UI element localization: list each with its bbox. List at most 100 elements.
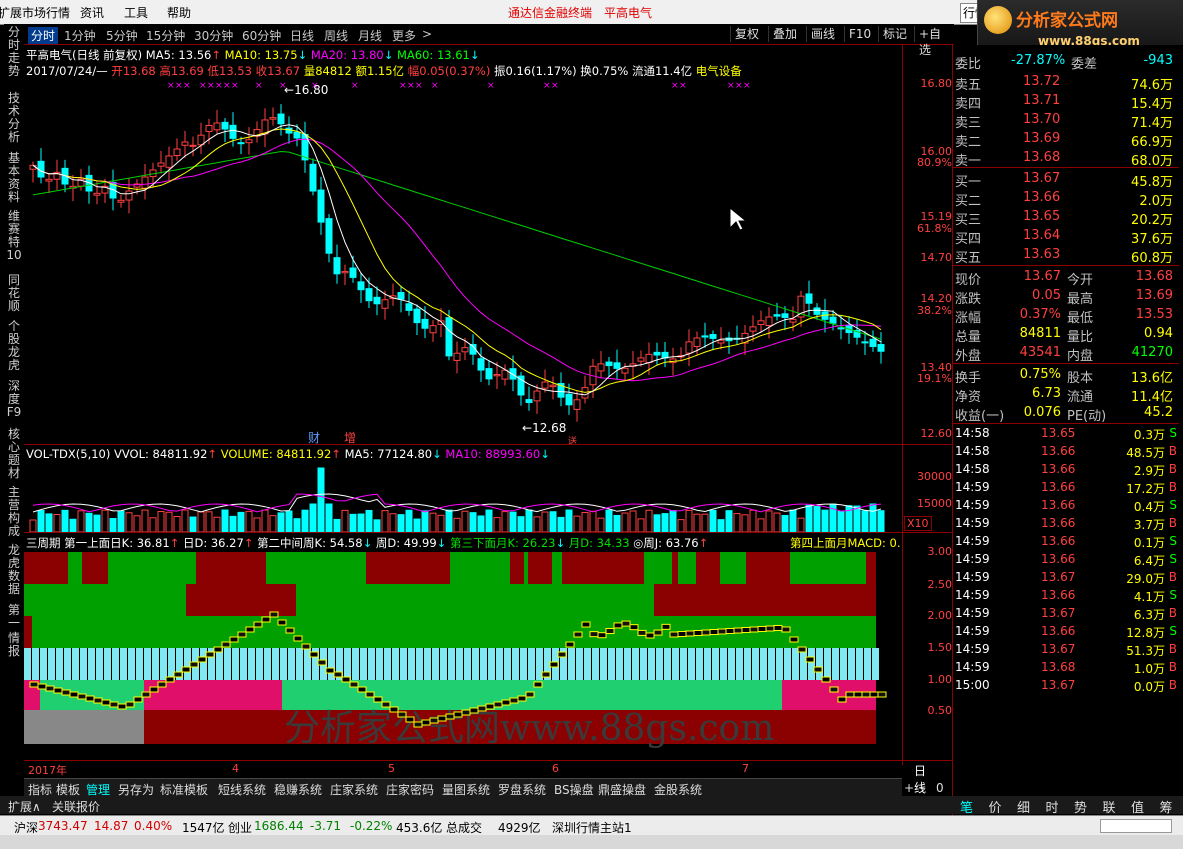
- side-tab-topic[interactable]: 核心题材: [6, 428, 22, 480]
- macd-column: [832, 648, 839, 680]
- quote-tab-0[interactable]: 笔: [960, 797, 973, 816]
- side-tab-longhu-data[interactable]: 龙虎数据: [6, 544, 22, 596]
- ask-row[interactable]: 卖一 13.68 68.0万: [953, 150, 1179, 169]
- kdj-step: [637, 629, 647, 636]
- period-tab-1min[interactable]: 1分钟: [64, 27, 96, 44]
- event-marker-cai[interactable]: 财: [308, 431, 320, 444]
- candle-body: [509, 368, 517, 380]
- kdj-step: [269, 611, 279, 618]
- index1-name[interactable]: 沪深: [14, 819, 38, 836]
- stock-name-label: 平高电气(日线 前复权): [26, 48, 143, 62]
- side-tab-tech[interactable]: 技术分析: [6, 92, 22, 144]
- quote-tab-6[interactable]: 值: [1131, 797, 1144, 816]
- side-tab-intel[interactable]: 情报: [6, 632, 22, 658]
- vol-ma5-value: MA5: 77124.80: [344, 447, 433, 461]
- kdj-step: [365, 691, 375, 698]
- index2-name[interactable]: 创业: [228, 819, 252, 836]
- high-value: 高13.69: [159, 64, 204, 78]
- side-tab-weisaite[interactable]: 维赛特10: [6, 210, 22, 262]
- bid-row[interactable]: 买一 13.67 45.8万: [953, 171, 1179, 190]
- side-tab-basic[interactable]: 基本资料: [6, 152, 22, 204]
- period-tab-60min[interactable]: 60分钟: [242, 27, 281, 44]
- promo-stock[interactable]: 平高电气: [604, 4, 652, 21]
- menu-item-tools[interactable]: 工具: [124, 4, 148, 21]
- side-tab-longhu[interactable]: 个股龙虎: [6, 320, 22, 372]
- macd-column: [624, 648, 631, 680]
- stat-row: 现价 13.67 今开 13.68: [953, 269, 1179, 288]
- period-tab-month[interactable]: 月线: [358, 27, 382, 44]
- kdj-step: [381, 701, 391, 708]
- sector-link[interactable]: 电气设备: [696, 64, 742, 78]
- quote-tab-5[interactable]: 联: [1103, 797, 1116, 816]
- event-marker-song[interactable]: 送: [568, 435, 577, 444]
- candle-body: [485, 368, 493, 380]
- kdj-step: [389, 706, 399, 713]
- zoom-in-button[interactable]: +: [904, 781, 914, 795]
- fuquan-button[interactable]: 复权: [730, 26, 763, 42]
- zoom-out-button[interactable]: -: [920, 781, 924, 795]
- kdj-step: [325, 667, 335, 674]
- overlay-button[interactable]: 叠加: [768, 26, 801, 42]
- volume-bar: [765, 510, 773, 532]
- candle-body: [773, 314, 781, 317]
- expand-button[interactable]: 扩展∧: [8, 798, 41, 815]
- menu-item-market[interactable]: 扩展市场行情: [0, 4, 70, 21]
- volume-bar: [853, 505, 861, 532]
- side-tab-fenshi[interactable]: 分时走势: [6, 26, 22, 78]
- add-favorite-button[interactable]: +自选: [914, 26, 954, 57]
- f10-button[interactable]: F10: [844, 26, 875, 42]
- volume-chart[interactable]: [24, 462, 902, 532]
- quote-bottom-tabs: 笔价细时势联值筹: [952, 796, 1183, 816]
- candle-body: [877, 344, 885, 352]
- period-tab-day[interactable]: 日线: [290, 27, 314, 44]
- menu-item-news[interactable]: 资讯: [80, 4, 104, 21]
- side-tab-f9[interactable]: 深度F9: [6, 380, 22, 419]
- bid-row[interactable]: 买三 13.65 20.2万: [953, 209, 1179, 228]
- chevron-right-icon[interactable]: >: [422, 27, 432, 41]
- period-tab-more[interactable]: 更多: [392, 27, 416, 44]
- zoom-reset-button[interactable]: 0: [936, 781, 944, 795]
- period-tab-fenshi[interactable]: 分时: [28, 27, 59, 44]
- candle-body: [781, 313, 789, 318]
- kdj-step: [405, 716, 415, 723]
- period-tab-30min[interactable]: 30分钟: [194, 27, 233, 44]
- macd-column: [576, 648, 583, 680]
- period-tab-week[interactable]: 周线: [324, 27, 348, 44]
- indicator-chart[interactable]: 分析家公式网www.88gs.com: [24, 552, 902, 748]
- ask-row[interactable]: 卖五 13.72 74.6万: [953, 74, 1179, 93]
- bid-row[interactable]: 买二 13.66 2.0万: [953, 190, 1179, 209]
- tick-time: 14:59: [955, 624, 990, 638]
- bid-volume: 20.2万: [1131, 213, 1173, 228]
- side-tab-tonghuashun[interactable]: 同花顺: [6, 274, 22, 313]
- tick-time: 14:59: [955, 642, 990, 656]
- side-tab-first[interactable]: 第一: [6, 604, 22, 630]
- related-quote-button[interactable]: 关联报价: [52, 798, 100, 815]
- menu-item-help[interactable]: 帮助: [167, 4, 191, 21]
- side-tab-business[interactable]: 主营构成: [6, 486, 22, 538]
- volume-bar: [757, 518, 765, 532]
- quote-tab-3[interactable]: 时: [1046, 797, 1059, 816]
- quote-tab-4[interactable]: 势: [1074, 797, 1087, 816]
- macd-column: [760, 648, 767, 680]
- vol-ma10-value: MA10: 88993.60: [445, 447, 541, 461]
- server-name[interactable]: 深圳行情主站1: [552, 819, 632, 836]
- event-marker-zeng[interactable]: 增: [344, 431, 356, 444]
- quote-tab-2[interactable]: 细: [1017, 797, 1030, 816]
- period-tab-5min[interactable]: 5分钟: [106, 27, 138, 44]
- candle-body: [637, 357, 645, 362]
- ask-row[interactable]: 卖三 13.70 71.4万: [953, 112, 1179, 131]
- bid-row[interactable]: 买四 13.64 37.6万: [953, 228, 1179, 247]
- macd-column: [512, 648, 519, 680]
- candlestick-chart[interactable]: × × × × × × × × × × × × × × × × × × × × × × × × ←16.80 ←12.68 财…: [24, 78, 902, 444]
- vol-ma5-line: [32, 493, 882, 513]
- draw-line-button[interactable]: 画线: [806, 26, 839, 42]
- quote-tab-7[interactable]: 筹: [1160, 797, 1173, 816]
- ask-row[interactable]: 卖二 13.69 66.9万: [953, 131, 1179, 150]
- kdj-step: [781, 626, 791, 633]
- quote-tab-1[interactable]: 价: [989, 797, 1002, 816]
- period-tab-15min[interactable]: 15分钟: [146, 27, 185, 44]
- bid-row[interactable]: 买五 13.63 60.8万: [953, 247, 1179, 266]
- mark-button[interactable]: 标记: [878, 26, 911, 42]
- ask-row[interactable]: 卖四 13.71 15.4万: [953, 93, 1179, 112]
- promo-terminal[interactable]: 通达信金融终端: [508, 4, 592, 21]
